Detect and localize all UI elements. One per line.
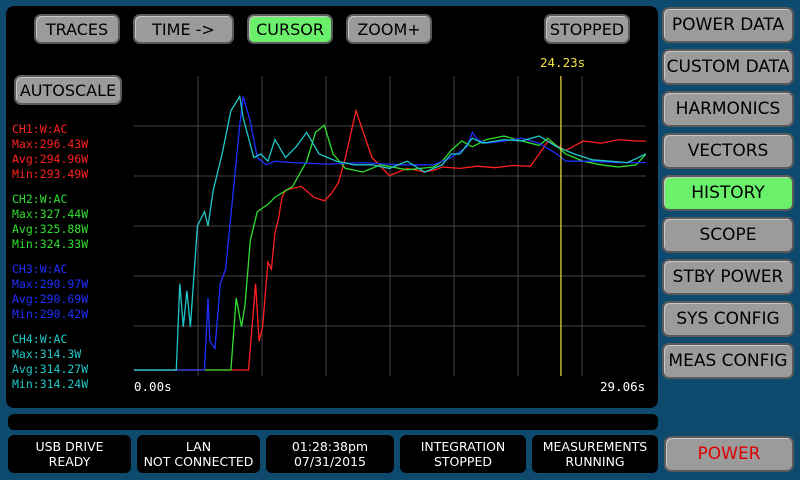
sidebar-item-harmonics[interactable]: HARMONICS [662,91,794,127]
sidebar-item-scope[interactable]: SCOPE [662,217,794,253]
zoom-in-button[interactable]: ZOOM+ [346,14,432,44]
sidebar-item-stby-power[interactable]: STBY POWER [662,259,794,295]
status-lan: LAN NOT CONNECTED [137,435,260,473]
plot-grid [134,76,646,376]
cursor-time-readout: 24.23s [540,55,586,70]
channel-3-stats: CH3:W:AC Max:290.97W Avg:290.69W Min:290.42… [12,262,89,321]
autoscale-button[interactable]: AUTOSCALE [14,75,122,105]
time-axis-start: 0.00s [134,379,172,394]
status-measurements: MEASUREMENTS RUNNING [532,435,658,473]
status-integration: INTEGRATION STOPPED [400,435,526,473]
channel-2-stats: CH2:W:AC Max:327.44W Avg:325.88W Min:324.33… [12,192,89,251]
time-axis-end: 29.06s [600,379,646,394]
time-scrollbar[interactable] [8,414,658,430]
sidebar-item-vectors[interactable]: VECTORS [662,133,794,169]
time-button[interactable]: TIME -> [133,14,234,44]
stopped-button[interactable]: STOPPED [544,14,630,44]
history-plot[interactable] [134,76,646,376]
traces-button[interactable]: TRACES [34,14,120,44]
sidebar-item-custom-data[interactable]: CUSTOM DATA [662,49,794,85]
sidebar-item-meas-config[interactable]: MEAS CONFIG [662,343,794,379]
channel-1-stats: CH1:W:AC Max:296.43W Avg:294.96W Min:293.49… [12,122,89,181]
status-usb-drive: USB DRIVE READY [8,435,131,473]
power-button[interactable]: POWER [664,436,794,472]
sidebar-item-history[interactable]: HISTORY [662,175,794,211]
cursor-button[interactable]: CURSOR [247,14,333,44]
channel-4-stats: CH4:W:AC Max:314.3W Avg:314.27W Min:314.24W [12,332,89,391]
sidebar-item-sys-config[interactable]: SYS CONFIG [662,301,794,337]
sidebar-item-power-data[interactable]: POWER DATA [662,7,794,43]
status-clock: 01:28:38pm 07/31/2015 [266,435,394,473]
